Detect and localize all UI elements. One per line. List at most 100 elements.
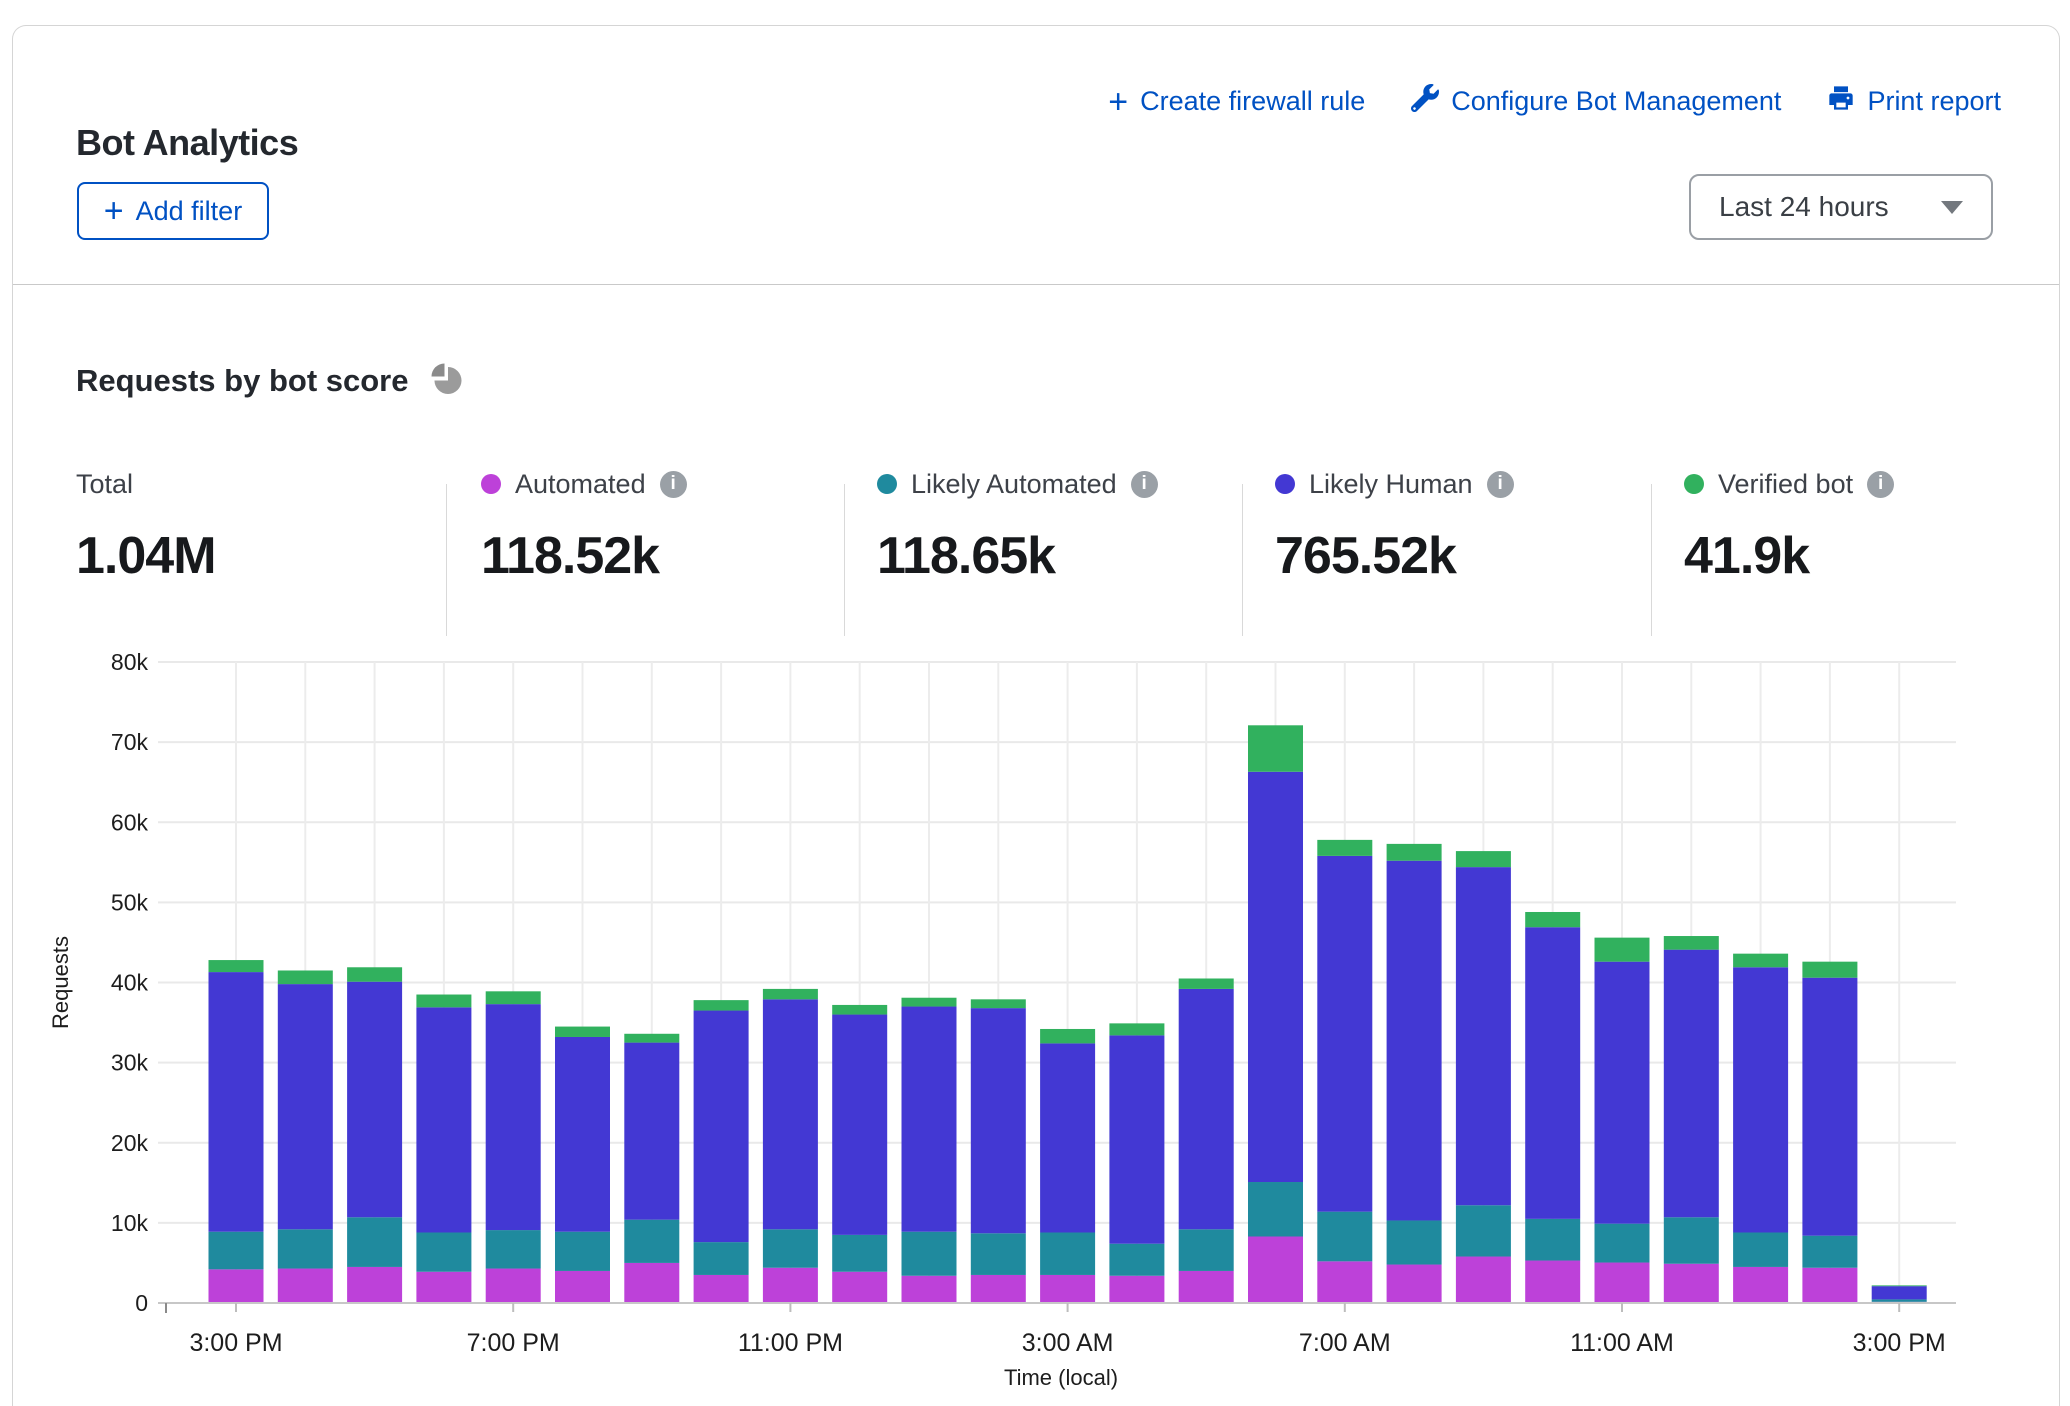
bar-segment (1040, 1232, 1095, 1274)
bar-segment (1802, 1236, 1857, 1268)
stats-row: Total 1.04M Automated i 118.52k Likely A… (13, 464, 2059, 644)
bar-segment (555, 1027, 610, 1037)
bar-segment (902, 998, 957, 1007)
bar-segment (1040, 1029, 1095, 1043)
bar-segment (902, 1007, 957, 1232)
likely-human-value: 765.52k (1275, 526, 1514, 586)
bar-segment (1664, 936, 1719, 950)
bar-segment (278, 1229, 333, 1268)
bar-segment (763, 999, 818, 1229)
bar-segment (347, 982, 402, 1218)
print-report-link[interactable]: Print report (1827, 84, 2001, 119)
x-tick-label: 7:00 AM (1299, 1329, 1391, 1357)
bar-segment (1456, 867, 1511, 1205)
bar-segment (763, 1229, 818, 1267)
bar-segment (694, 1242, 749, 1275)
y-tick-label: 10k (111, 1210, 149, 1236)
bar-segment (1664, 1264, 1719, 1303)
configure-bot-management-link[interactable]: Configure Bot Management (1411, 84, 1781, 119)
bar-segment (347, 1267, 402, 1303)
bar-segment (1109, 1244, 1164, 1276)
bar-segment (209, 960, 264, 972)
y-axis-title: Requests (48, 936, 73, 1029)
info-icon[interactable]: i (660, 471, 687, 498)
configure-bot-management-label: Configure Bot Management (1451, 86, 1781, 117)
bar-segment (624, 1034, 679, 1043)
bar-segment (1802, 962, 1857, 978)
bar-segment (1595, 1263, 1650, 1303)
stat-divider (446, 484, 447, 636)
stat-verified-bot: Verified bot i 41.9k (1684, 464, 1894, 586)
bar-segment (1040, 1275, 1095, 1303)
bar-segment (416, 995, 471, 1008)
likely-human-legend-dot (1275, 474, 1295, 494)
bar-segment (832, 1235, 887, 1272)
bar-segment (1456, 1257, 1511, 1303)
likely-automated-value: 118.65k (877, 526, 1158, 586)
bar-segment (1525, 1261, 1580, 1303)
bar-segment (1109, 1023, 1164, 1035)
bar-segment (1317, 1212, 1372, 1262)
stat-divider (1651, 484, 1652, 636)
bar-segment (486, 1269, 541, 1303)
bar-segment (1595, 1224, 1650, 1263)
bar-segment (209, 1269, 264, 1303)
bar-segment (486, 1004, 541, 1230)
verified-bot-label: Verified bot (1718, 469, 1853, 500)
y-tick-label: 20k (111, 1130, 149, 1156)
bar-segment (1387, 1265, 1442, 1303)
bar-segment (209, 972, 264, 1232)
bar-segment (486, 991, 541, 1004)
bar-segment (416, 1007, 471, 1232)
likely-automated-legend-dot (877, 474, 897, 494)
bar-segment (1525, 912, 1580, 927)
create-firewall-rule-link[interactable]: + Create firewall rule (1108, 86, 1365, 117)
bar-segment (278, 984, 333, 1229)
add-filter-button[interactable]: + Add filter (77, 182, 269, 240)
bar-segment (1317, 1261, 1372, 1303)
verified-bot-legend-dot (1684, 474, 1704, 494)
info-icon[interactable]: i (1867, 471, 1894, 498)
bar-segment (1733, 954, 1788, 968)
info-icon[interactable]: i (1487, 471, 1514, 498)
total-value: 1.04M (76, 526, 216, 586)
printer-icon (1827, 84, 1855, 119)
bar-segment (1733, 967, 1788, 1232)
stat-likely-automated: Likely Automated i 118.65k (877, 464, 1158, 586)
bar-segment (1664, 950, 1719, 1218)
section-heading: Requests by bot score (76, 358, 466, 403)
bar-segment (347, 967, 402, 981)
likely-human-label: Likely Human (1309, 469, 1473, 500)
bar-segment (1802, 978, 1857, 1236)
page-title: Bot Analytics (76, 122, 298, 164)
stacked-bar-chart[interactable]: 010k20k30k40k50k60k70k80k3:00 PM7:00 PM1… (46, 626, 2036, 1398)
bar-segment (1456, 851, 1511, 867)
bar-segment (971, 1008, 1026, 1233)
header-actions: + Create firewall rule Configure Bot Man… (1108, 84, 2001, 119)
time-range-dropdown[interactable]: Last 24 hours (1689, 174, 1993, 240)
bar-segment (763, 989, 818, 999)
bar-segment (278, 970, 333, 984)
plus-icon: + (104, 198, 124, 224)
requests-by-bot-score-chart[interactable]: 010k20k30k40k50k60k70k80k3:00 PM7:00 PM1… (46, 626, 2036, 1398)
bar-segment (1179, 1271, 1234, 1303)
add-filter-label: Add filter (136, 196, 243, 227)
bar-segment (1664, 1217, 1719, 1263)
y-tick-label: 80k (111, 649, 149, 675)
info-icon[interactable]: i (1131, 471, 1158, 498)
bar-segment (624, 1263, 679, 1303)
bar-segment (1872, 1286, 1927, 1299)
bar-segment (1733, 1267, 1788, 1303)
y-tick-label: 40k (111, 970, 149, 996)
bar-segment (416, 1272, 471, 1303)
x-tick-label: 3:00 PM (1853, 1329, 1946, 1357)
bar-segment (1040, 1043, 1095, 1232)
bar-segment (1525, 1219, 1580, 1261)
bar-segment (832, 1272, 887, 1303)
bar-segment (694, 1011, 749, 1243)
time-range-value: Last 24 hours (1719, 191, 1889, 223)
bar-segment (1872, 1285, 1927, 1286)
automated-legend-dot (481, 474, 501, 494)
y-tick-label: 0 (135, 1290, 148, 1316)
bar-segment (1248, 1182, 1303, 1236)
